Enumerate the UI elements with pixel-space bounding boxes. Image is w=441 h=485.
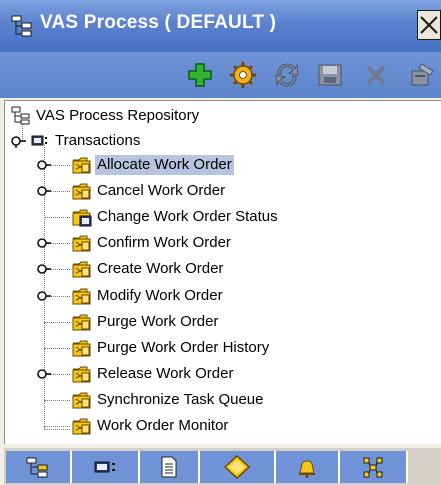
green-plus-icon <box>188 63 212 87</box>
tree-item-label: Change Work Order Status <box>97 208 278 225</box>
tree-item[interactable]: Cancel Work Order <box>72 180 227 202</box>
delete-x-icon <box>366 65 386 85</box>
toolbar <box>0 52 441 98</box>
diamond-icon <box>224 455 250 479</box>
collapse-toggle-icon[interactable] <box>11 134 27 148</box>
tree-item[interactable]: Synchronize Task Queue <box>72 389 266 411</box>
tree-item-label: Cancel Work Order <box>97 182 226 199</box>
folder-icon <box>72 183 91 200</box>
tree-item[interactable]: Purge Work Order <box>72 311 220 333</box>
hierarchy-icon <box>26 457 48 478</box>
tree-item[interactable]: Release Work Order <box>72 363 235 385</box>
save-icon <box>318 64 342 86</box>
tab-alert[interactable] <box>276 451 340 483</box>
tree-item-label: Create Work Order <box>97 260 224 277</box>
folder-icon <box>72 209 92 227</box>
tab-condition[interactable] <box>200 451 276 483</box>
transaction-icon <box>94 461 115 473</box>
tree-line <box>44 429 70 430</box>
folder-icon <box>72 366 91 383</box>
document-icon <box>161 456 177 478</box>
folder-icon <box>72 288 91 305</box>
title-bar: VAS Process ( DEFAULT ) <box>0 0 441 52</box>
tree-item[interactable]: Create Work Order <box>72 258 225 280</box>
tree-item-label: Work Order Monitor <box>97 417 229 434</box>
folder-icon <box>72 235 91 252</box>
tab-pipeline[interactable] <box>340 451 408 483</box>
folder-icon <box>72 418 91 435</box>
expand-toggle-icon[interactable] <box>35 159 51 171</box>
tree-item[interactable]: Allocate Work Order <box>72 154 234 176</box>
expand-toggle-icon[interactable] <box>35 263 51 275</box>
tree-structure-icon <box>10 14 34 38</box>
properties-button[interactable] <box>408 61 436 89</box>
add-button[interactable] <box>186 61 214 89</box>
tree-item[interactable]: Modify Work Order <box>72 285 225 307</box>
expand-toggle-icon[interactable] <box>35 237 51 249</box>
tree-root-label: VAS Process Repository <box>36 107 200 124</box>
folder-icon <box>72 314 91 331</box>
tab-hierarchy[interactable] <box>6 451 72 483</box>
bottom-tab-bar <box>4 448 441 485</box>
expand-toggle-icon[interactable] <box>35 185 51 197</box>
close-icon[interactable] <box>417 10 441 40</box>
tree-item-label: Allocate Work Order <box>95 155 234 175</box>
tree-line <box>44 400 70 401</box>
tree-item[interactable]: Confirm Work Order <box>72 232 233 254</box>
delete-button[interactable] <box>362 61 390 89</box>
tree-item-label: Purge Work Order History <box>97 339 270 356</box>
tree-item[interactable]: Work Order Monitor <box>72 415 230 437</box>
tree-item-label: Purge Work Order <box>97 313 219 330</box>
settings-button[interactable] <box>229 61 257 89</box>
folder-icon <box>72 261 91 278</box>
tree-root[interactable]: VAS Process Repository <box>11 105 201 127</box>
tree-item-label: Confirm Work Order <box>97 234 231 251</box>
tree-group-transactions[interactable]: Transactions <box>11 130 142 152</box>
tree-line <box>44 322 70 323</box>
folder-icon <box>72 157 91 174</box>
tree-line <box>44 426 70 427</box>
transaction-icon <box>31 135 47 146</box>
tree-group-label: Transactions <box>55 132 141 149</box>
vas-process-window: VAS Process ( DEFAULT ) VAS Process Repo… <box>0 0 441 485</box>
window-title: VAS Process ( DEFAULT ) <box>40 12 277 33</box>
folder-icon <box>72 392 91 409</box>
tree-line <box>44 217 70 218</box>
expand-toggle-icon[interactable] <box>35 368 51 380</box>
process-tree: VAS Process Repository Transactions Allo… <box>4 100 441 444</box>
tree-item-label: Synchronize Task Queue <box>97 391 264 408</box>
tree-item[interactable]: Purge Work Order History <box>72 337 271 359</box>
tree-item[interactable]: Change Work Order Status <box>72 206 280 228</box>
tab-document[interactable] <box>140 451 200 483</box>
save-button[interactable] <box>316 61 344 89</box>
refresh-button[interactable] <box>273 61 301 89</box>
expand-toggle-icon[interactable] <box>35 290 51 302</box>
tab-transactions[interactable] <box>72 451 140 483</box>
tree-line <box>44 348 70 349</box>
refresh-icon <box>275 63 299 87</box>
folder-icon <box>72 340 91 357</box>
pipeline-icon <box>363 457 383 478</box>
gear-icon <box>230 62 256 88</box>
tree-item-label: Modify Work Order <box>97 287 223 304</box>
tree-item-label: Release Work Order <box>97 365 234 382</box>
tree-structure-icon <box>11 106 30 125</box>
properties-icon <box>411 63 434 86</box>
bell-icon <box>299 460 315 478</box>
